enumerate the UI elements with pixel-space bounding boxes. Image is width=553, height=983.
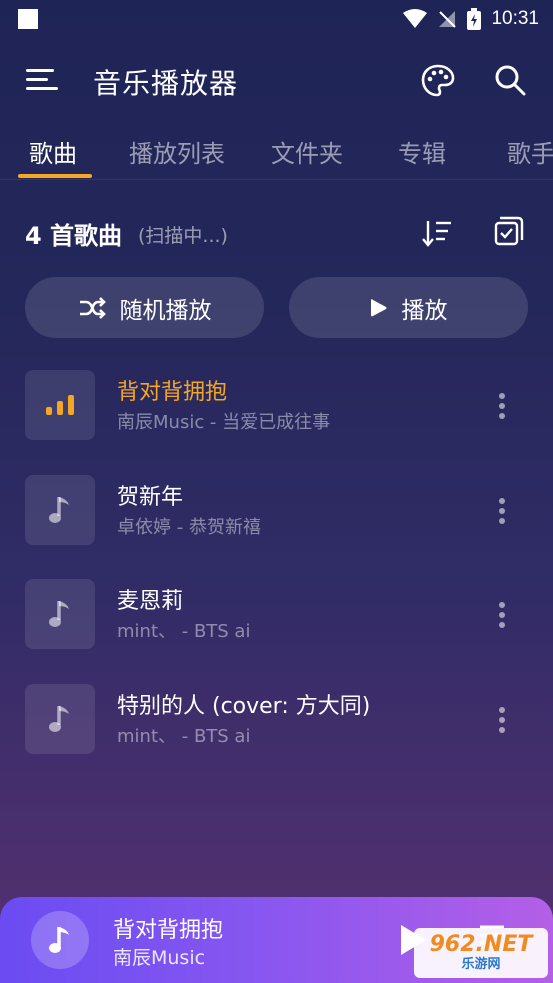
app-bar: 音乐播放器 [0, 48, 553, 112]
song-count: 4 首歌曲 [25, 222, 123, 250]
song-title: 特别的人 (cover: 方大同) [117, 694, 371, 719]
music-note-icon [49, 601, 69, 627]
song-subtitle: 卓依婷 - 恭贺新禧 [117, 517, 261, 538]
music-note-icon [49, 497, 69, 523]
more-options-icon[interactable] [490, 391, 514, 421]
tab-albums[interactable]: 专辑 [398, 134, 446, 169]
mini-player-art [31, 911, 89, 969]
tab-indicator [18, 174, 92, 178]
song-item[interactable]: 贺新年 卓依婷 - 恭贺新禧 [0, 475, 553, 575]
battery-icon [467, 8, 482, 30]
song-thumbnail [25, 684, 95, 754]
song-title: 麦恩莉 [117, 589, 184, 614]
more-options-icon[interactable] [490, 600, 514, 630]
multi-select-icon[interactable] [492, 214, 526, 248]
mini-player-title: 背对背拥抱 [113, 918, 224, 943]
watermark-bottom-text: 乐游网 [461, 957, 501, 972]
tab-artists[interactable]: 歌手 [507, 134, 553, 169]
song-thumbnail [25, 579, 95, 649]
song-thumbnail [25, 475, 95, 545]
play-all-button[interactable]: 播放 [289, 277, 528, 338]
shuffle-button[interactable]: 随机播放 [25, 277, 264, 338]
no-signal-icon [439, 11, 457, 28]
search-icon[interactable] [493, 63, 527, 97]
shuffle-label: 随机播放 [119, 297, 212, 324]
app-title: 音乐播放器 [93, 67, 239, 100]
song-title: 背对背拥抱 [117, 380, 228, 405]
tab-playlists[interactable]: 播放列表 [129, 134, 225, 169]
more-options-icon[interactable] [490, 496, 514, 526]
menu-icon[interactable] [26, 66, 60, 94]
play-label: 播放 [401, 297, 448, 324]
song-item[interactable]: 麦恩莉 mint、 - BTS ai [0, 579, 553, 679]
wifi-icon [403, 9, 428, 28]
scan-status: (扫描中...) [138, 225, 228, 247]
music-note-icon [49, 706, 69, 732]
mini-player-artist: 南辰Music [113, 947, 206, 969]
tab-folders[interactable]: 文件夹 [271, 134, 343, 169]
more-options-icon[interactable] [490, 705, 514, 735]
status-time: 10:31 [491, 8, 539, 29]
music-note-icon [49, 927, 69, 953]
song-subtitle: 南辰Music - 当爱已成往事 [117, 412, 331, 433]
song-subtitle: mint、 - BTS ai [117, 726, 251, 747]
song-title: 贺新年 [117, 485, 184, 510]
tab-songs[interactable]: 歌曲 [29, 134, 77, 169]
shuffle-icon [79, 296, 106, 319]
song-subtitle: mint、 - BTS ai [117, 621, 251, 642]
tab-bar: 歌曲 播放列表 文件夹 专辑 歌手 [0, 128, 553, 180]
watermark-top-text: 962.NET [429, 932, 533, 957]
notification-icon [18, 9, 38, 29]
song-thumbnail [25, 370, 95, 440]
song-item[interactable]: 背对背拥抱 南辰Music - 当爱已成往事 [0, 370, 553, 470]
song-item[interactable]: 特别的人 (cover: 方大同) mint、 - BTS ai [0, 684, 553, 784]
sort-icon[interactable] [420, 216, 454, 250]
play-icon [370, 298, 386, 316]
status-bar: 10:31 [0, 0, 553, 38]
watermark-logo: 962.NET 乐游网 [414, 928, 548, 978]
now-playing-bars-icon [46, 395, 74, 415]
palette-icon[interactable] [420, 63, 456, 99]
